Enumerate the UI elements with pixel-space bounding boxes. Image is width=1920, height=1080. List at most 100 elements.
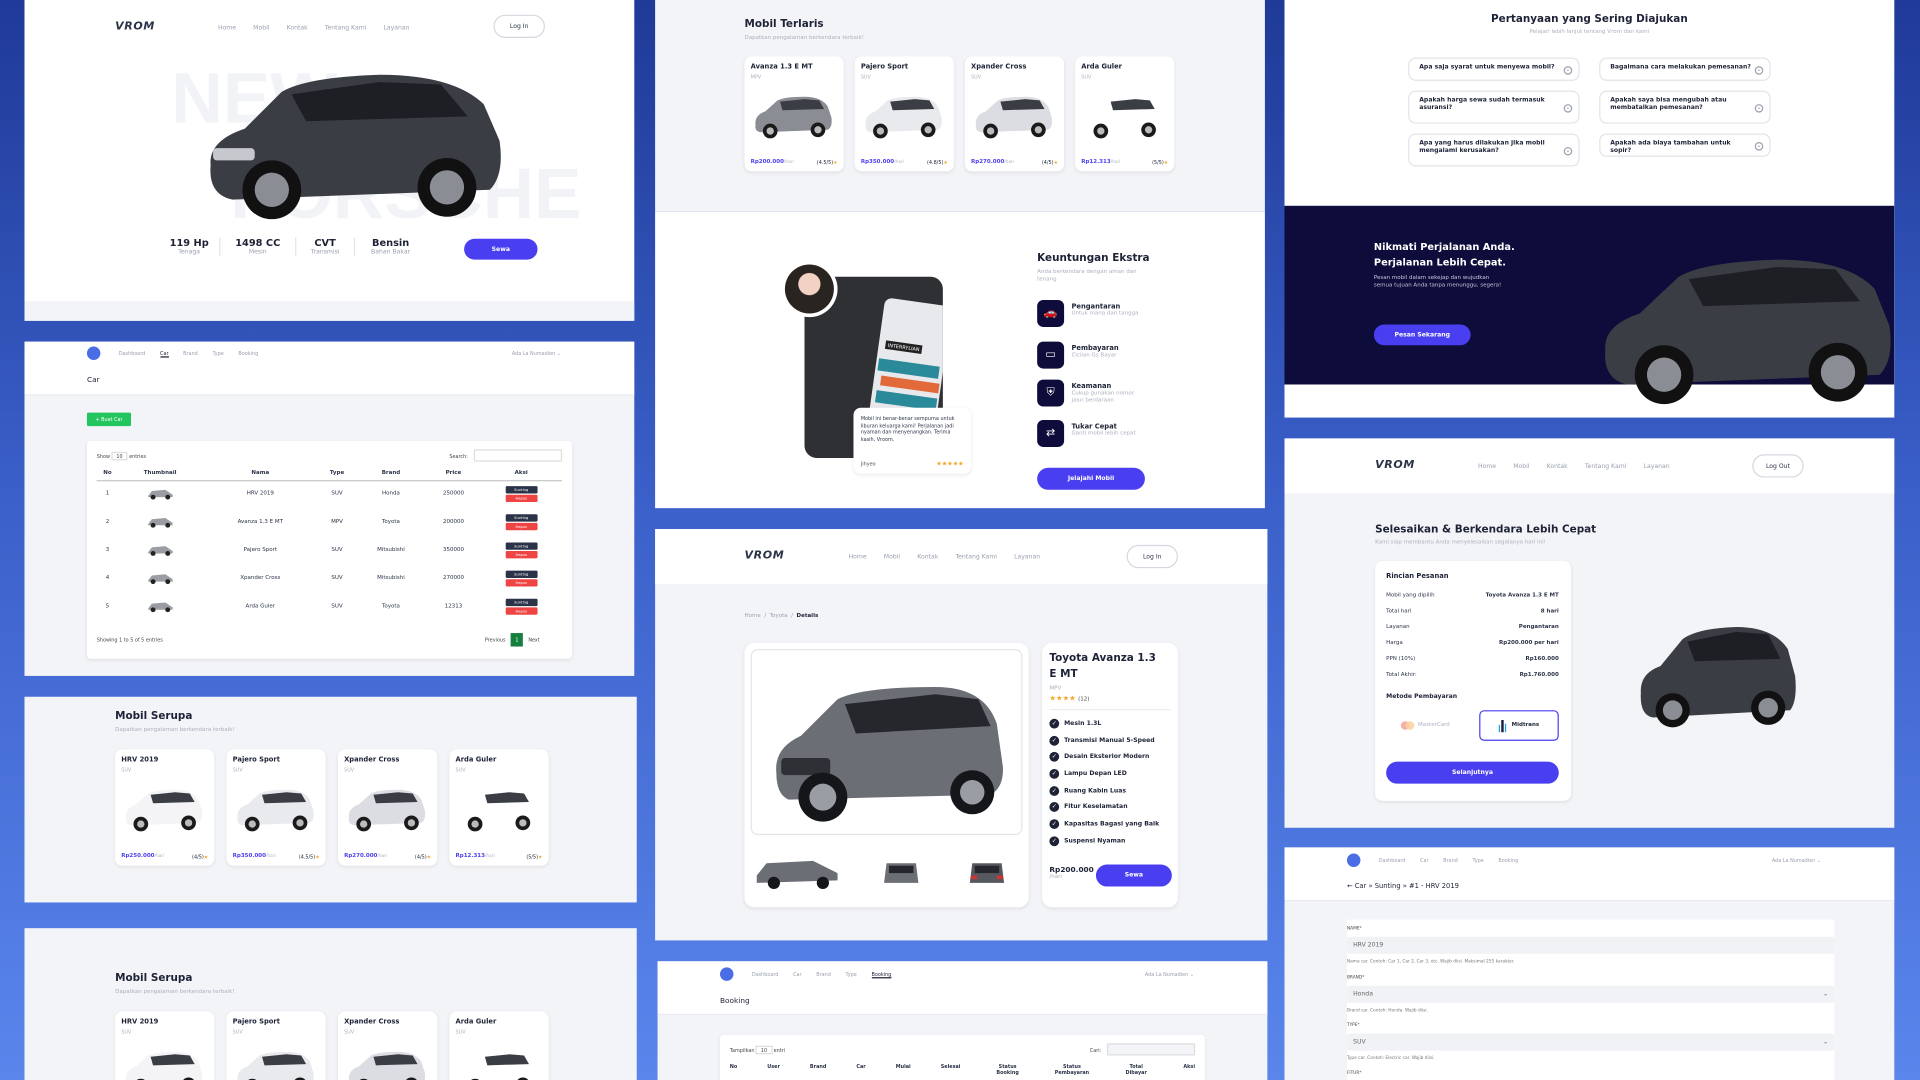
booking-col[interactable]: Status Pembayaran xyxy=(1055,1063,1089,1075)
brand-logo[interactable]: VROM xyxy=(1375,459,1415,471)
admin-nav-type[interactable]: Type xyxy=(846,971,857,978)
nav-kontak[interactable]: Kontak xyxy=(287,24,308,31)
nav-layanan[interactable]: Layanan xyxy=(1014,553,1040,560)
edit-breadcrumb[interactable]: ← Car » Sunting » #1 - HRV 2019 xyxy=(1347,883,1459,890)
car-card[interactable]: Pajero SportSUVRp350.000/hari(4.5/5)★ xyxy=(226,1011,326,1080)
nav-layanan[interactable]: Layanan xyxy=(384,24,410,31)
delete-button[interactable]: Hapus xyxy=(505,522,538,531)
admin-nav-car[interactable]: Car xyxy=(160,350,169,358)
col-type[interactable]: Type xyxy=(319,468,356,480)
admin-user-menu[interactable]: Ada La Numadien ⌄ xyxy=(1145,971,1194,977)
nav-tentang[interactable]: Tentang Kami xyxy=(955,553,997,560)
detail-rent-button[interactable]: Sewa xyxy=(1095,864,1172,887)
thumbnail-front[interactable] xyxy=(879,851,923,890)
edit-button[interactable]: Sunting xyxy=(505,486,538,494)
faq-item[interactable]: Apakah ada biaya tambahan untuk sopir? ⌄ xyxy=(1599,133,1771,157)
admin-logo-icon[interactable] xyxy=(86,346,101,361)
admin-nav-brand[interactable]: Brand xyxy=(183,350,198,357)
edit-button[interactable]: Sunting xyxy=(505,570,538,578)
admin-user-menu[interactable]: Ada La Numadien ⌄ xyxy=(512,350,561,356)
nav-home[interactable]: Home xyxy=(849,553,867,560)
show-select[interactable]: 10 xyxy=(756,1045,773,1055)
car-card[interactable]: HRV 2019SUVRp250.000/hari(4/5)★ xyxy=(115,1011,215,1080)
explore-cars-button[interactable]: Jelajahi Mobil xyxy=(1037,467,1145,490)
car-card[interactable]: Xpander CrossSUVRp270.000/hari(4/5)★ xyxy=(964,56,1065,172)
faq-item[interactable]: Apa yang harus dilakukan jika mobil meng… xyxy=(1408,133,1580,167)
login-button[interactable]: Log In xyxy=(493,14,545,38)
admin-logo-icon[interactable] xyxy=(1346,853,1361,867)
nav-kontak[interactable]: Kontak xyxy=(917,553,938,560)
search-input[interactable] xyxy=(1106,1043,1196,1056)
car-card[interactable]: Pajero Sport SUV Rp350.000/hari (4.8/5)★ xyxy=(854,56,954,172)
car-card[interactable]: Pajero SportSUVRp350.000/hari(4.5/5)★ xyxy=(226,749,326,866)
car-card[interactable]: Arda GulerSUVRp12.313/hari(5/5)★ xyxy=(449,749,549,866)
brand-logo[interactable]: VROM xyxy=(115,21,155,33)
delete-button[interactable]: Hapus xyxy=(505,607,538,615)
admin-nav-type[interactable]: Type xyxy=(1472,857,1483,863)
faq-item[interactable]: Apakah harga sewa sudah termasuk asurans… xyxy=(1408,90,1580,124)
admin-nav-brand[interactable]: Brand xyxy=(1443,857,1458,863)
nav-mobil[interactable]: Mobil xyxy=(1513,463,1529,470)
booking-col[interactable]: Total Dibayar xyxy=(1119,1063,1153,1075)
car-card[interactable]: Xpander CrossSUVRp270.000/hari(4/5)★ xyxy=(337,1011,438,1080)
admin-nav-dashboard[interactable]: Dashboard xyxy=(752,971,779,978)
crumb-brand[interactable]: Toyota xyxy=(770,613,788,619)
crumb-home[interactable]: Home xyxy=(744,613,760,619)
admin-logo-icon[interactable] xyxy=(720,967,734,981)
logout-button[interactable]: Log Out xyxy=(1752,454,1804,478)
next-button[interactable]: Selanjutnya xyxy=(1386,761,1559,784)
nav-home[interactable]: Home xyxy=(1478,463,1496,470)
delete-button[interactable]: Hapus xyxy=(505,579,538,587)
name-input[interactable]: HRV 2019 xyxy=(1346,936,1835,954)
car-card[interactable]: HRV 2019SUVRp250.000/hari(4/5)★ xyxy=(115,749,215,866)
nav-mobil[interactable]: Mobil xyxy=(884,553,900,560)
booking-col[interactable]: Status Booking xyxy=(991,1063,1025,1075)
booking-col[interactable]: Selesai xyxy=(941,1063,961,1075)
type-select[interactable]: SUV ⌄ xyxy=(1346,1033,1835,1051)
admin-nav-type[interactable]: Type xyxy=(212,350,223,357)
car-card[interactable]: Xpander CrossSUVRp270.000/hari(4/5)★ xyxy=(337,749,438,866)
delete-button[interactable]: Hapus xyxy=(505,495,538,503)
admin-nav-brand[interactable]: Brand xyxy=(816,971,831,978)
prev-page[interactable]: Previous xyxy=(485,637,506,643)
hero-rent-button[interactable]: Sewa xyxy=(464,238,538,260)
faq-item[interactable]: Bagaimana cara melakukan pemesanan? ⌄ xyxy=(1599,57,1771,81)
admin-nav-booking[interactable]: Booking xyxy=(871,971,892,979)
booking-col[interactable]: Car xyxy=(856,1063,865,1075)
brand-logo[interactable]: VROM xyxy=(744,550,784,562)
new-car-button[interactable]: + Buat Car xyxy=(86,412,132,427)
edit-button[interactable]: Sunting xyxy=(505,514,538,522)
car-card[interactable]: Arda GulerSUVRp12.313/hari(5/5)★ xyxy=(1075,56,1175,172)
booking-col[interactable]: Mulai xyxy=(896,1063,911,1075)
next-page[interactable]: Next xyxy=(528,637,539,643)
nav-home[interactable]: Home xyxy=(218,24,236,31)
search-input[interactable] xyxy=(473,449,563,462)
nav-mobil[interactable]: Mobil xyxy=(253,24,269,31)
booking-col[interactable]: Brand xyxy=(810,1063,826,1075)
show-select[interactable]: 10 xyxy=(111,451,128,461)
edit-button[interactable]: Sunting xyxy=(505,598,538,607)
admin-nav-booking[interactable]: Booking xyxy=(238,350,258,357)
faq-item[interactable]: Apa saja syarat untuk menyewa mobil? ⌄ xyxy=(1408,57,1580,81)
col-name[interactable]: Nama xyxy=(202,468,319,480)
admin-nav-car[interactable]: Car xyxy=(793,971,801,978)
thumbnail-rear[interactable] xyxy=(965,851,1009,890)
admin-nav-car[interactable]: Car xyxy=(1420,857,1428,863)
car-card[interactable]: Avanza 1.3 E MT MPV Rp200.000/hari (4.5/5)★ xyxy=(744,56,844,172)
booking-col[interactable]: No xyxy=(730,1063,737,1075)
book-now-button[interactable]: Pesan Sekarang xyxy=(1373,324,1471,346)
nav-tentang[interactable]: Tentang Kami xyxy=(325,24,367,31)
booking-col[interactable]: User xyxy=(767,1063,780,1075)
col-price[interactable]: Price xyxy=(427,468,481,480)
login-button[interactable]: Log In xyxy=(1126,544,1178,569)
booking-col[interactable]: Aksi xyxy=(1183,1063,1195,1075)
admin-user-menu[interactable]: Ada La Numadien ⌄ xyxy=(1772,857,1821,863)
nav-layanan[interactable]: Layanan xyxy=(1644,463,1670,470)
car-card[interactable]: Arda GulerSUVRp12.313/hari(5/5)★ xyxy=(449,1011,549,1080)
col-no[interactable]: No xyxy=(97,468,119,480)
delete-button[interactable]: Hapus xyxy=(505,551,538,559)
nav-tentang[interactable]: Tentang Kami xyxy=(1585,463,1627,470)
edit-button[interactable]: Sunting xyxy=(505,542,538,550)
current-page[interactable]: 1 xyxy=(510,633,524,647)
nav-kontak[interactable]: Kontak xyxy=(1547,463,1568,470)
